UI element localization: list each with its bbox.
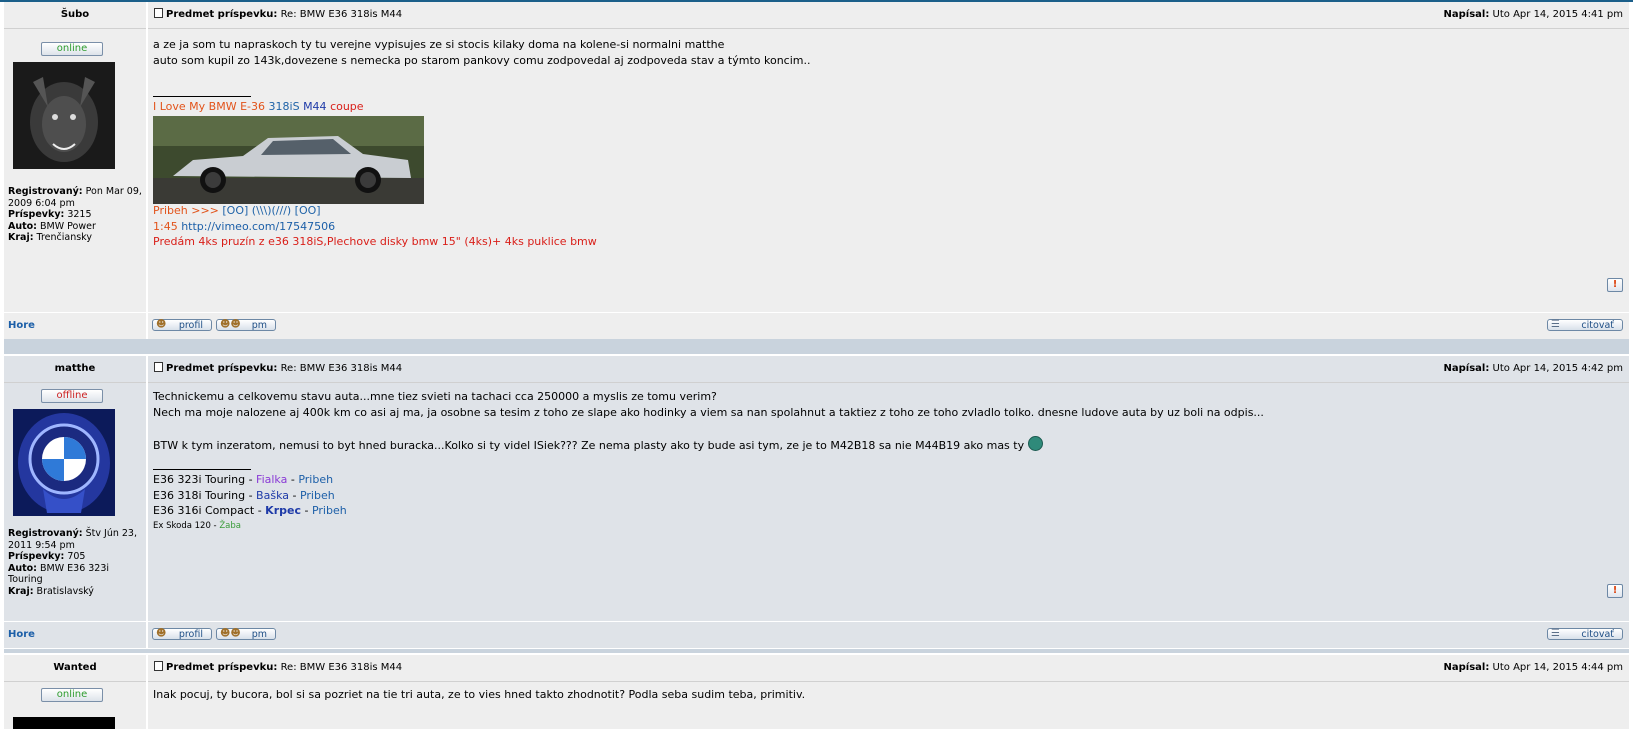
post-separator [4,339,1629,354]
post-separator [4,649,1629,653]
signature-line: Pribeh >>> [OO] (\\\)(///) [OO] [153,204,321,217]
message-line: Technickemu a celkovemu stavu auta...mne… [153,390,717,403]
post-subject: Predmet príspevku: Re: BMW E36 318is M44 [154,655,402,681]
avatar [13,62,115,169]
post-date: Napísal: Uto Apr 14, 2015 4:41 pm [1443,9,1623,20]
signature-line: Predám 4ks pruzín z e36 318iS,Plechove d… [153,235,597,248]
status-badge: online [41,42,103,56]
signature-more: Pribeh >>> [OO] (\\\)(///) [OO] 1:45 htt… [153,203,597,250]
top-link[interactable]: Hore [8,629,35,640]
message-line: auto som kupil zo 143k,dovezene s nemeck… [153,53,811,67]
post-date: Napísal: Uto Apr 14, 2015 4:44 pm [1443,662,1623,673]
signature-line: Ex Skoda 120 - Žaba [153,520,241,531]
signature: I Love My BMW E-36 318iS M44 coupe [153,99,364,115]
users-icon: ☻☻ [220,628,241,639]
speech-bubble-icon: ☰ [1551,628,1560,639]
avatar [13,717,115,729]
post-message: a ze ja som tu napraskoch ty tu verejne … [153,37,811,68]
post-body: a ze ja som tu napraskoch ty tu verejne … [148,29,1629,312]
avatar [13,409,115,516]
author-panel: online Registrovaný: Pon Mar 09, 2009 6:… [4,29,146,312]
quote-button[interactable]: ☰ citovať [1547,628,1623,640]
author-panel: offline Registrovaný: Štv Jún 23, 2011 9… [4,383,146,621]
post-subject: Predmet príspevku: Re: BMW E36 318is M44 [154,356,402,382]
top-link[interactable]: Hore [8,320,35,331]
report-button[interactable]: ! [1607,584,1623,598]
post-author[interactable]: matthe [4,356,146,383]
report-button[interactable]: ! [1607,278,1623,292]
signature-line: I Love My BMW E-36 318iS M44 coupe [153,100,364,113]
message-line: Nech ma moje nalozene aj 400k km co asi … [153,405,1264,419]
post-icon [154,661,163,671]
post-header: Predmet príspevku: Re: BMW E36 318is M44… [148,356,1629,383]
post-footer-left: Hore [4,622,146,648]
signature-line: 1:45 http://vimeo.com/17547506 [153,219,336,233]
message-line: Inak pocuj, ty bucora, bol si sa pozriet… [153,688,806,701]
signature-line: E36 323i Touring - Fialka - Pribeh [153,473,334,486]
post-footer-left: Hore [4,313,146,339]
post-header: Predmet príspevku: Re: BMW E36 318is M44… [148,655,1629,682]
status-badge: offline [41,389,103,403]
message-line: a ze ja som tu napraskoch ty tu verejne … [153,38,725,51]
signature-line: E36 316i Compact - Krpec - Pribeh [153,504,347,517]
post-subo: Šubo Predmet príspevku: Re: BMW E36 318i… [4,2,1629,339]
post-wanted: Wanted Predmet príspevku: Re: BMW E36 31… [4,655,1629,729]
car-photo [153,116,424,204]
post-header: Predmet príspevku: Re: BMW E36 318is M44… [148,2,1629,29]
author-info: Registrovaný: Pon Mar 09, 2009 6:04 pm P… [8,186,142,243]
author-info: Registrovaný: Štv Jún 23, 2011 9:54 pm P… [8,528,137,597]
user-icon: ☻ [156,319,167,330]
author-panel: online [4,682,146,729]
signature: E36 323i Touring - Fialka - Pribeh E36 3… [153,472,347,533]
post-body: Technickemu a celkovemu stavu auta...mne… [148,383,1629,621]
message-line: BTW k tym inzeratom, nemusi to byt hned … [153,435,1264,454]
smiley-icon [1027,435,1043,451]
post-author[interactable]: Šubo [4,2,146,29]
users-icon: ☻☻ [220,319,241,330]
pm-button[interactable]: ☻☻ pm [216,628,276,640]
post-message: Inak pocuj, ty bucora, bol si sa pozriet… [153,687,805,703]
vimeo-link[interactable]: http://vimeo.com/17547506 [181,220,335,233]
post-date: Napísal: Uto Apr 14, 2015 4:42 pm [1443,363,1623,374]
quote-button[interactable]: ☰ citovať [1547,319,1623,331]
profile-button[interactable]: ☻ profil [152,628,212,640]
post-subject: Predmet príspevku: Re: BMW E36 318is M44 [154,2,402,28]
pm-button[interactable]: ☻☻ pm [216,319,276,331]
user-icon: ☻ [156,628,167,639]
signature-separator [153,96,251,97]
post-body: Inak pocuj, ty bucora, bol si sa pozriet… [148,682,1629,729]
signature-line: E36 318i Touring - Baška - Pribeh [153,488,335,502]
post-message: Technickemu a celkovemu stavu auta...mne… [153,389,1264,453]
post-author[interactable]: Wanted [4,655,146,682]
status-badge: online [41,688,103,702]
post-footer: ☻ profil ☻☻ pm ☰ citovať [148,313,1629,339]
post-footer: ☻ profil ☻☻ pm ☰ citovať [148,622,1629,648]
post-icon [154,362,163,372]
speech-bubble-icon: ☰ [1551,319,1560,330]
post-matthe: matthe Predmet príspevku: Re: BMW E36 31… [4,356,1629,648]
signature-separator [153,469,251,470]
profile-button[interactable]: ☻ profil [152,319,212,331]
post-icon [154,8,163,18]
